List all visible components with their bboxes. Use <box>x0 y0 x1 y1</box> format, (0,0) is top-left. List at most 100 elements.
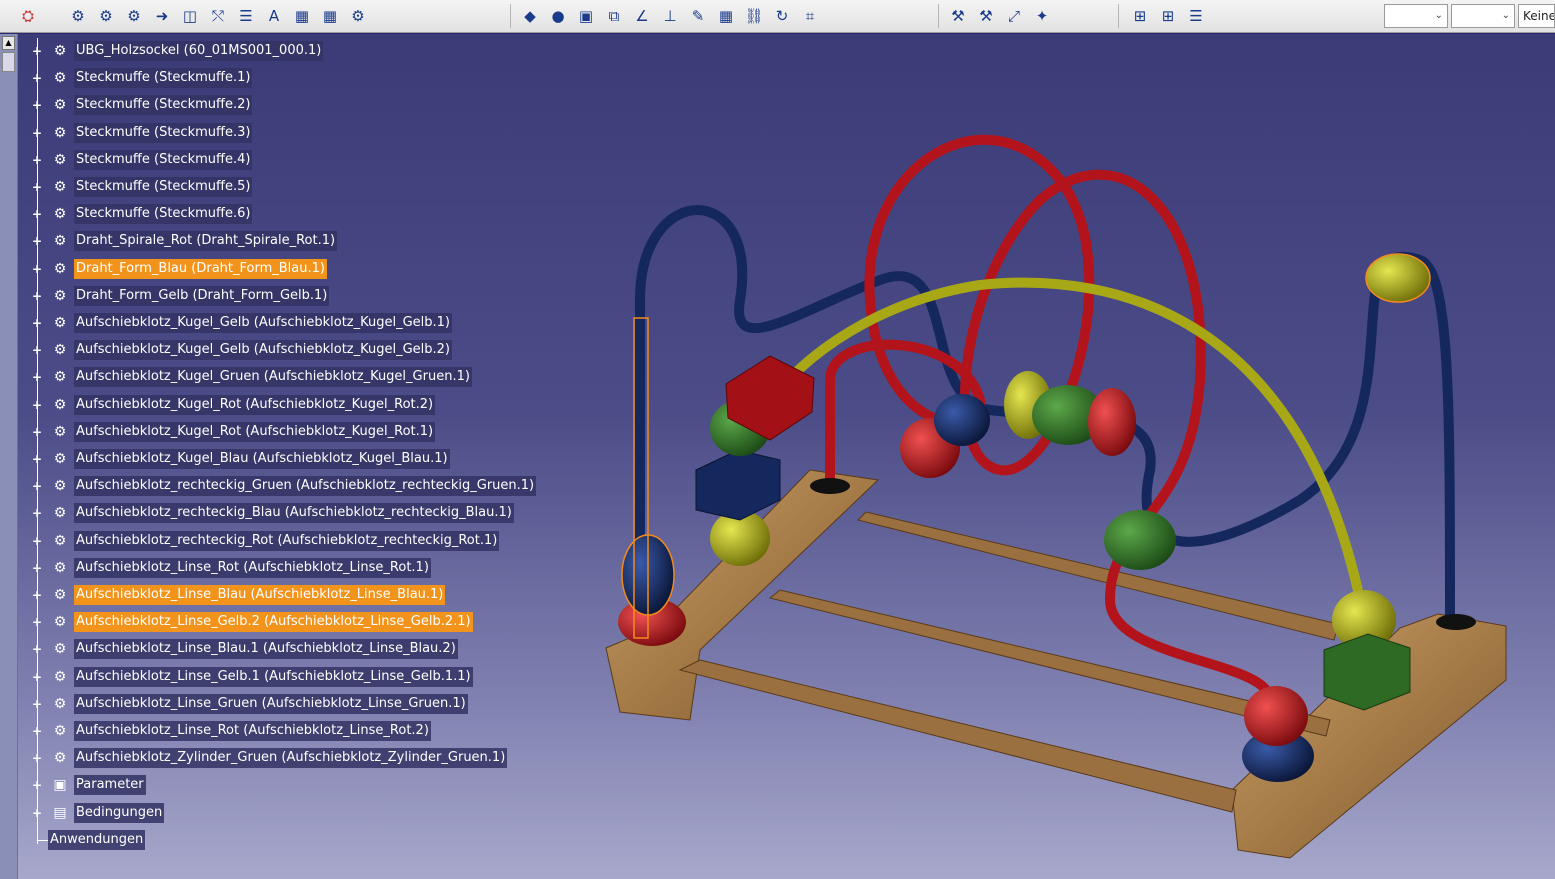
expand-plus-icon[interactable]: + <box>32 453 42 465</box>
tree-node[interactable]: + ⚙ Aufschiebklotz_Linse_Blau (Aufschiebkl… <box>0 585 700 605</box>
table-icon[interactable]: ▦ <box>292 6 312 26</box>
gear-icon[interactable]: ⚙ <box>68 6 88 26</box>
tree-node-label[interactable]: Steckmuffe (Steckmuffe.2) <box>74 95 253 116</box>
star-icon[interactable]: ✦ <box>1032 6 1052 26</box>
sphere-icon[interactable]: ● <box>548 6 568 26</box>
tree-node[interactable]: + ⚙ Steckmuffe (Steckmuffe.4) <box>0 149 700 170</box>
tree-node-label[interactable]: Aufschiebklotz_Kugel_Blau (Aufschiebklot… <box>74 449 450 469</box>
tree-node-label[interactable]: Steckmuffe (Steckmuffe.4) <box>74 149 253 170</box>
expand-plus-icon[interactable]: + <box>32 589 42 601</box>
tree-node[interactable]: + ⚙ Aufschiebklotz_Linse_Rot (Aufschiebklo… <box>0 721 700 741</box>
zoom-fit-icon[interactable]: ⤢ <box>1004 6 1024 26</box>
tree-node-label[interactable]: Aufschiebklotz_Linse_Rot (Aufschiebklotz… <box>74 557 431 578</box>
expand-plus-icon[interactable]: + <box>32 807 42 819</box>
box-icon[interactable]: ▣ <box>576 6 596 26</box>
expand-plus-icon[interactable]: + <box>32 426 42 438</box>
app-icon[interactable]: ⛭ <box>18 6 38 26</box>
tree-node-label[interactable]: Steckmuffe (Steckmuffe.3) <box>74 122 253 143</box>
tree-node-label[interactable]: UBG_Holzsockel (60_01MS001_000.1) <box>74 41 324 61</box>
diagram-icon[interactable]: ◫ <box>180 6 200 26</box>
list-icon[interactable]: ☰ <box>236 6 256 26</box>
list-icon[interactable]: ☰ <box>1186 6 1206 26</box>
tree-node-label[interactable]: Bedingungen <box>74 802 165 823</box>
tree-node[interactable]: + ⚙ Aufschiebklotz_Linse_Gruen (Aufschiebk… <box>0 693 700 714</box>
expand-plus-icon[interactable]: + <box>32 344 42 356</box>
tree-node-label[interactable]: Aufschiebklotz_Zylinder_Gruen (Aufschieb… <box>74 748 508 769</box>
tree-node[interactable]: + ⚙ Aufschiebklotz_rechteckig_Rot (Aufschi… <box>0 530 700 551</box>
pencil-icon[interactable]: ✎ <box>688 6 708 26</box>
expand-plus-icon[interactable]: + <box>32 643 42 655</box>
tree-node[interactable]: Anwendungen <box>0 829 700 850</box>
tree-node[interactable]: + ⚙ Aufschiebklotz_Linse_Blau.1 (Aufschieb… <box>0 639 700 660</box>
tree-node[interactable]: + ⚙ Aufschiebklotz_Kugel_Rot (Aufschiebklo… <box>0 421 700 442</box>
expand-plus-icon[interactable]: + <box>32 317 42 329</box>
expand-plus-icon[interactable]: + <box>32 371 42 383</box>
tree-node[interactable]: + ⚙ Aufschiebklotz_Zylinder_Gruen (Aufschi… <box>0 748 700 769</box>
expand-plus-icon[interactable]: + <box>32 181 42 193</box>
arrow-icon[interactable]: ➜ <box>152 6 172 26</box>
tree-node[interactable]: + ⚙ Steckmuffe (Steckmuffe.5) <box>0 177 700 197</box>
tree-node-label[interactable]: Draht_Spirale_Rot (Draht_Spirale_Rot.1) <box>74 231 338 252</box>
gear-icon[interactable]: ⚙ <box>348 6 368 26</box>
tree-node-label[interactable]: Aufschiebklotz_Linse_Blau (Aufschiebklot… <box>74 585 446 605</box>
mesh-icon[interactable]: ⌗ <box>800 6 820 26</box>
tree-node[interactable]: + ⚙ Aufschiebklotz_rechteckig_Blau (Aufsch… <box>0 503 700 524</box>
tree-node-label[interactable]: Aufschiebklotz_Linse_Blau.1 (Aufschiebkl… <box>74 639 458 660</box>
tree-node[interactable]: + ⚙ Aufschiebklotz_Kugel_Blau (Aufschiebkl… <box>0 449 700 469</box>
expand-plus-icon[interactable]: + <box>32 45 42 57</box>
tree-node-label[interactable]: Parameter <box>74 775 146 796</box>
tree-node[interactable]: + ⚙ Draht_Form_Gelb (Draht_Form_Gelb.1) <box>0 285 700 306</box>
expand-plus-icon[interactable]: + <box>32 154 42 166</box>
tool-icon[interactable]: ⚒ <box>948 6 968 26</box>
tree-icon[interactable]: ⊞ <box>1158 6 1178 26</box>
tree-node[interactable]: + ⚙ Steckmuffe (Steckmuffe.6) <box>0 204 700 225</box>
tree-node[interactable]: + ⚙ Aufschiebklotz_Linse_Gelb.1 (Aufschieb… <box>0 666 700 687</box>
tree-node-label[interactable]: Aufschiebklotz_Linse_Gelb.2 (Aufschiebkl… <box>74 612 473 633</box>
toolbar-combo-2[interactable]: ⌄ <box>1451 4 1515 28</box>
angle-icon[interactable]: ∠ <box>632 6 652 26</box>
tree-node[interactable]: + ⚙ Draht_Spirale_Rot (Draht_Spirale_Rot.1… <box>0 231 700 252</box>
tree-node-label[interactable]: Aufschiebklotz_Kugel_Rot (Aufschiebklotz… <box>74 421 436 442</box>
expand-plus-icon[interactable]: + <box>32 535 42 547</box>
tree-node-label[interactable]: Aufschiebklotz_Linse_Rot (Aufschiebklotz… <box>74 721 431 741</box>
tree-node[interactable]: + ▤ Bedingungen <box>0 802 700 823</box>
expand-plus-icon[interactable]: + <box>32 127 42 139</box>
expand-plus-icon[interactable]: + <box>32 480 42 492</box>
clamp-icon[interactable]: ⊥ <box>660 6 680 26</box>
expand-plus-icon[interactable]: + <box>32 779 42 791</box>
tree-node-label[interactable]: Draht_Form_Blau (Draht_Form_Blau.1) <box>74 258 327 279</box>
expand-plus-icon[interactable]: + <box>32 507 42 519</box>
expand-plus-icon[interactable]: + <box>32 263 42 275</box>
tree-icon[interactable]: ⊞ <box>1130 6 1150 26</box>
tool-icon[interactable]: ⚒ <box>976 6 996 26</box>
tree-node[interactable]: + ⚙ Steckmuffe (Steckmuffe.3) <box>0 122 700 143</box>
gear-icon[interactable]: ⚙ <box>96 6 116 26</box>
tree-node[interactable]: + ⚙ Aufschiebklotz_Kugel_Gruen (Aufschiebk… <box>0 367 700 388</box>
tree-node[interactable]: + ⚙ Aufschiebklotz_Linse_Rot (Aufschiebklo… <box>0 557 700 578</box>
tree-node[interactable]: + ▣ Parameter <box>0 775 700 796</box>
tree-node[interactable]: + ⚙ Aufschiebklotz_Kugel_Gelb (Aufschiebkl… <box>0 313 700 333</box>
text-icon[interactable]: A <box>264 6 284 26</box>
tree-node[interactable]: + ⚙ Draht_Form_Blau (Draht_Form_Blau.1) <box>0 258 700 279</box>
tree-node-label[interactable]: Aufschiebklotz_Kugel_Rot (Aufschiebklotz… <box>74 394 436 415</box>
tree-node-label[interactable]: Aufschiebklotz_Kugel_Gelb (Aufschiebklot… <box>74 340 452 361</box>
tree-node-label[interactable]: Aufschiebklotz_rechteckig_Rot (Aufschieb… <box>74 530 500 551</box>
graph-icon[interactable]: ⤲ <box>208 6 228 26</box>
shape-icon[interactable]: ◆ <box>520 6 540 26</box>
tree-node-label[interactable]: Aufschiebklotz_Linse_Gruen (Aufschiebklo… <box>74 693 468 714</box>
tree-node-label[interactable]: Aufschiebklotz_rechteckig_Blau (Aufschie… <box>74 503 514 524</box>
tree-node-label[interactable]: Aufschiebklotz_Kugel_Gruen (Aufschiebklo… <box>74 367 472 388</box>
expand-plus-icon[interactable]: + <box>32 290 42 302</box>
tree-node-label[interactable]: Steckmuffe (Steckmuffe.6) <box>74 204 253 225</box>
expand-plus-icon[interactable]: + <box>32 208 42 220</box>
tree-node-label[interactable]: Steckmuffe (Steckmuffe.5) <box>74 177 253 197</box>
refresh-icon[interactable]: ↻ <box>772 6 792 26</box>
tree-node[interactable]: + ⚙ Aufschiebklotz_Kugel_Gelb (Aufschiebkl… <box>0 340 700 361</box>
tree-node[interactable]: + ⚙ UBG_Holzsockel (60_01MS001_000.1) <box>0 41 700 61</box>
tree-node-label[interactable]: Aufschiebklotz_rechteckig_Gruen (Aufschi… <box>74 476 537 497</box>
tree-node[interactable]: + ⚙ Steckmuffe (Steckmuffe.2) <box>0 95 700 116</box>
toolbar-combo-1[interactable]: ⌄ <box>1384 4 1448 28</box>
expand-plus-icon[interactable]: + <box>32 698 42 710</box>
expand-plus-icon[interactable]: + <box>32 99 42 111</box>
expand-plus-icon[interactable]: + <box>32 399 42 411</box>
